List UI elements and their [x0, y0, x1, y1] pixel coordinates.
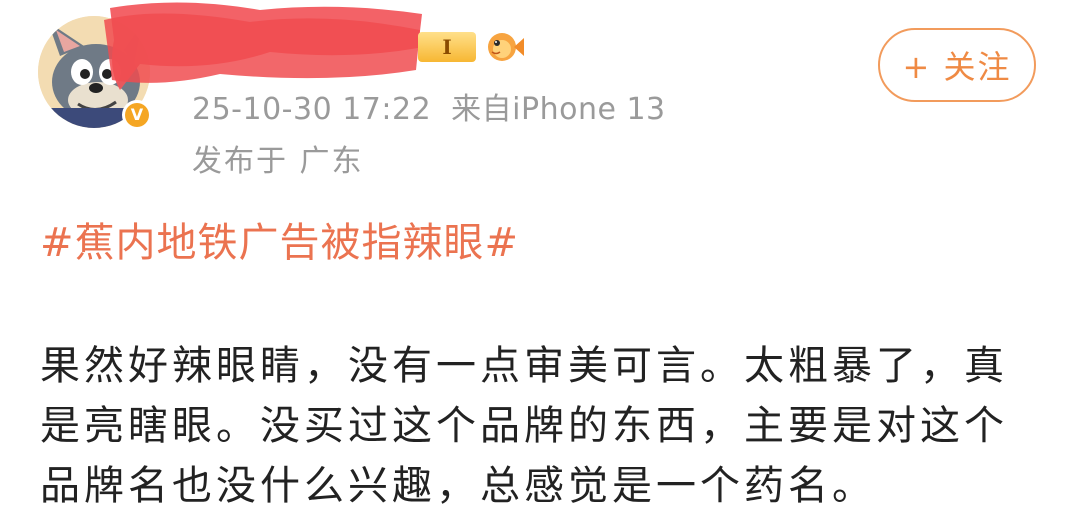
level-badge-label: I	[442, 35, 452, 59]
post-location: 发布于 广东	[192, 144, 364, 179]
verified-badge: V	[122, 100, 152, 130]
post-source-prefix: 来自	[451, 92, 513, 127]
content-line: 品牌名也没什么兴趣，总感觉是一个药名。	[40, 463, 876, 509]
post-content: 果然好辣眼睛，没有一点审美可言。太粗暴了，真 是亮瞎眼。没买过这个品牌的东西，主…	[40, 336, 1050, 513]
topic-hashtag-link[interactable]: #蕉内地铁广告被指辣眼#	[40, 210, 519, 268]
post-meta: 25-10-30 17:22 来自iPhone 13	[192, 84, 666, 128]
content-line: 是亮瞎眼。没买过这个品牌的东西，主要是对这个	[40, 403, 1008, 449]
weibo-post: V I 25-10-30 17:22 来自iPhone 13 发布于 广东 + 关…	[0, 0, 1080, 513]
username-redaction	[104, 2, 422, 90]
content-line: 果然好辣眼睛，没有一点审美可言。太粗暴了，真	[40, 343, 1008, 389]
fish-badge-icon[interactable]	[484, 28, 524, 66]
follow-button[interactable]: + 关注	[878, 28, 1036, 102]
post-date: 25-10-30 17:22	[192, 92, 432, 127]
follow-button-label: + 关注	[902, 48, 1012, 86]
level-badge-icon[interactable]: I	[418, 32, 476, 62]
post-device[interactable]: iPhone 13	[512, 92, 665, 127]
verified-badge-icon: V	[125, 103, 149, 127]
